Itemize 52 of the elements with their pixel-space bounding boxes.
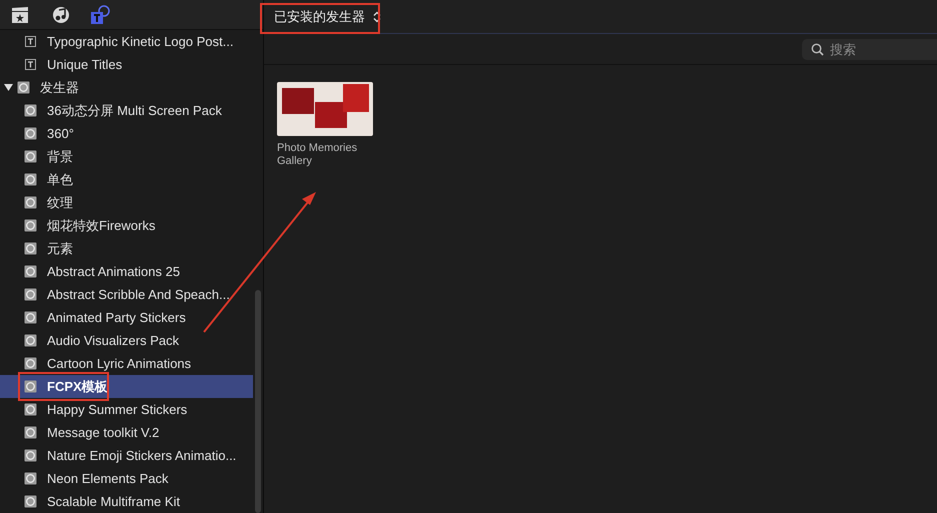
generator-icon xyxy=(24,472,37,485)
clapboard-icon[interactable] xyxy=(10,6,30,24)
generator-icon xyxy=(24,449,37,462)
sidebar-item[interactable]: Nature Emoji Stickers Animatio... xyxy=(0,444,253,467)
sidebar-item[interactable]: Animated Party Stickers xyxy=(0,306,253,329)
filter-dropdown[interactable]: 已安装的发生器 xyxy=(268,8,387,26)
sidebar-item[interactable]: FCPX模板 xyxy=(0,375,253,398)
generator-icon xyxy=(24,150,37,163)
sidebar-item[interactable]: 36动态分屏 Multi Screen Pack xyxy=(0,99,253,122)
generator-icon xyxy=(24,242,37,255)
sidebar-item[interactable]: 烟花特效Fireworks xyxy=(0,214,253,237)
clip-title: Photo Memories Gallery xyxy=(277,142,358,168)
generator-icon xyxy=(24,219,37,232)
generator-icon xyxy=(24,288,37,301)
generator-icon xyxy=(24,127,37,140)
chevron-updown-icon xyxy=(373,10,381,22)
sidebar-item[interactable]: 元素 xyxy=(0,237,253,260)
sidebar-item[interactable]: Scalable Multiframe Kit xyxy=(0,490,253,513)
generator-icon xyxy=(17,81,30,94)
sidebar-item[interactable]: Cartoon Lyric Animations xyxy=(0,352,253,375)
generator-icon xyxy=(24,334,37,347)
scrollbar[interactable] xyxy=(255,290,261,513)
sidebar-item[interactable]: Unique Titles xyxy=(0,53,253,76)
generator-icon xyxy=(24,495,37,508)
title-frame-icon xyxy=(24,35,37,48)
sidebar-item[interactable]: Neon Elements Pack xyxy=(0,467,253,490)
generator-icon xyxy=(24,196,37,209)
sidebar-item[interactable]: 360° xyxy=(0,122,253,145)
sidebar-item[interactable]: Abstract Scribble And Speach... xyxy=(0,283,253,306)
sidebar-item[interactable]: Message toolkit V.2 xyxy=(0,421,253,444)
generator-icon xyxy=(24,104,37,117)
sidebar-item[interactable]: 发生器 xyxy=(0,76,253,99)
generator-icon xyxy=(24,265,37,278)
generator-icon xyxy=(24,357,37,370)
search-field[interactable]: 搜索 xyxy=(802,38,937,60)
sidebar-item[interactable]: Abstract Animations 25 xyxy=(0,260,253,283)
generator-icon xyxy=(24,380,37,393)
sidebar-item[interactable]: Typographic Kinetic Logo Post... xyxy=(0,30,253,53)
generator-icon xyxy=(24,403,37,416)
clip-thumbnail-drawing[interactable] xyxy=(277,82,373,136)
disclosure-triangle-icon[interactable] xyxy=(4,83,13,92)
generator-icon xyxy=(24,311,37,324)
sidebar-item[interactable]: 单色 xyxy=(0,168,253,191)
sidebar-item[interactable]: 背景 xyxy=(0,145,253,168)
title-icon[interactable] xyxy=(90,4,110,24)
sidebar-item[interactable]: Audio Visualizers Pack xyxy=(0,329,253,352)
sidebar-item[interactable]: 纹理 xyxy=(0,191,253,214)
title-frame-icon xyxy=(24,58,37,71)
music-note-icon[interactable] xyxy=(50,6,70,24)
generator-icon xyxy=(24,173,37,186)
sidebar-item[interactable]: Happy Summer Stickers xyxy=(0,398,253,421)
generator-icon xyxy=(24,426,37,439)
